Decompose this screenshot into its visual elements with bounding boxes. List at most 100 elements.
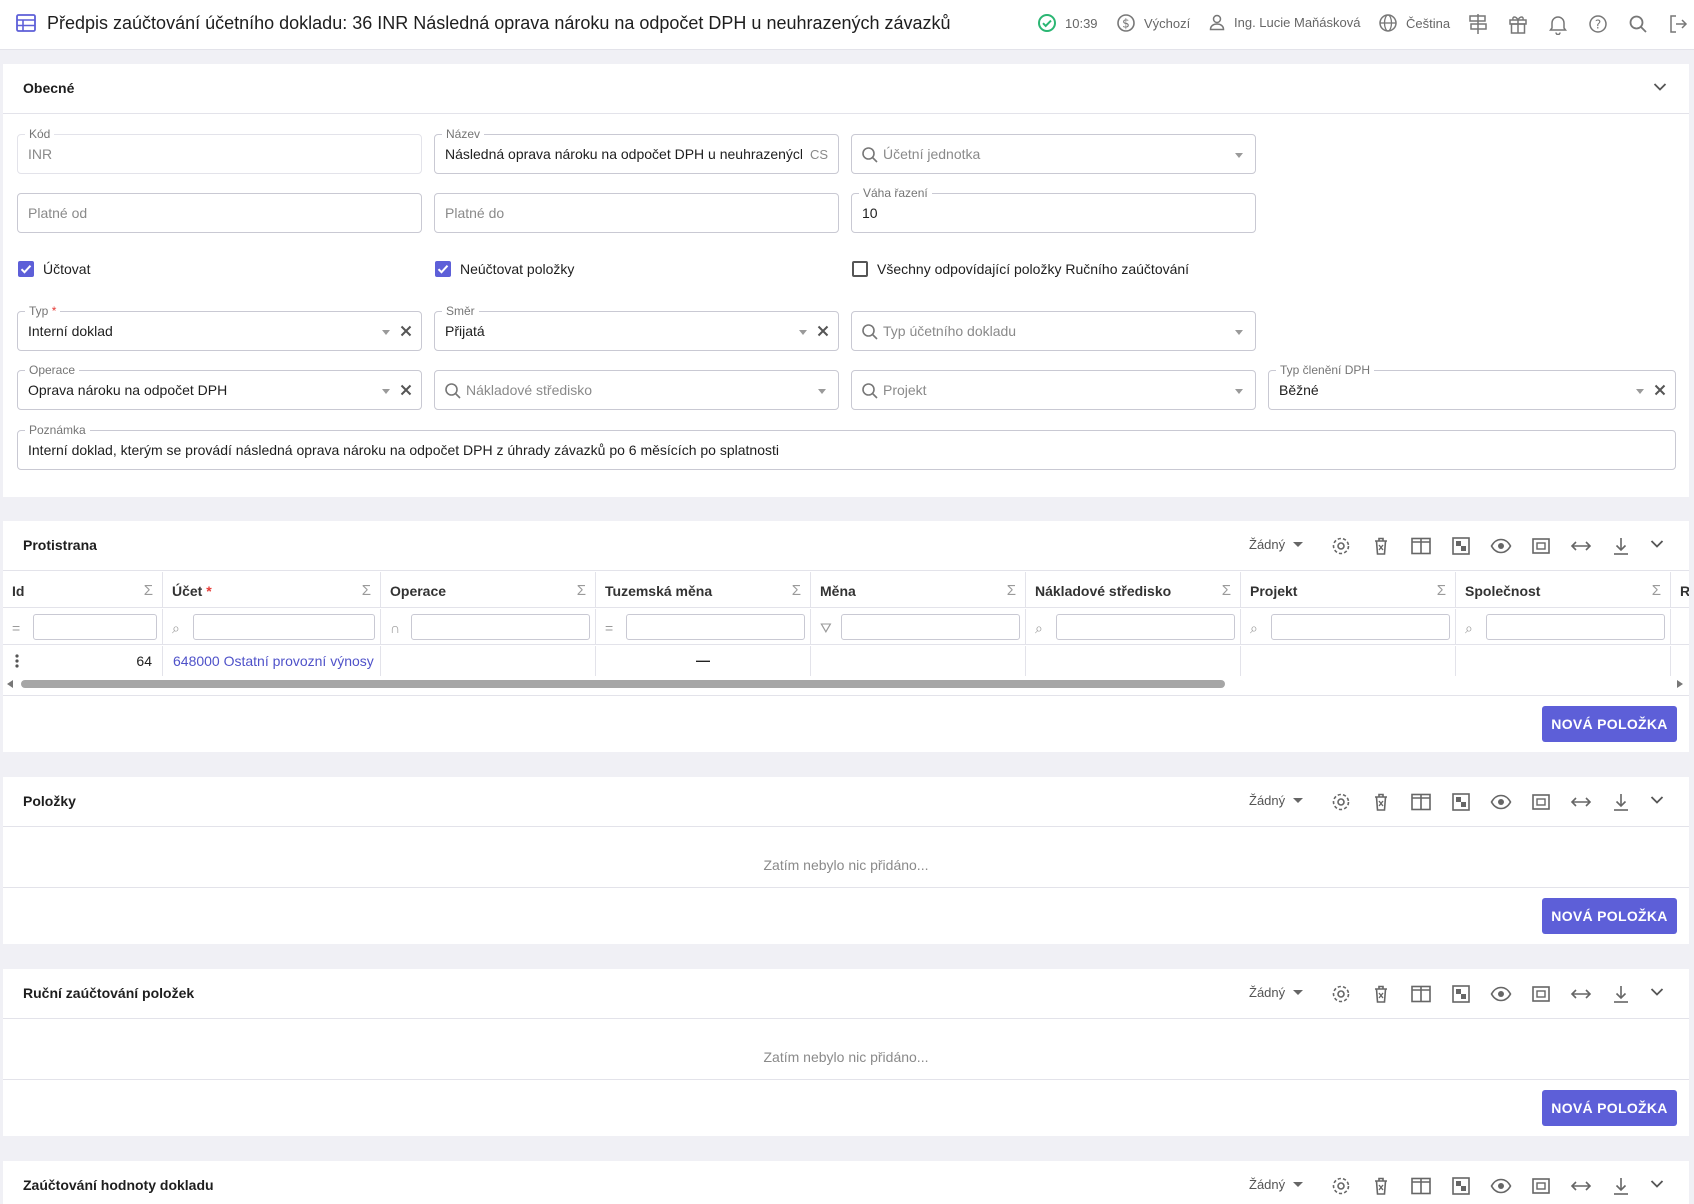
column-header-ucet[interactable]: Účet * Σ [163,572,381,608]
neuctovat-polozky-checkbox[interactable]: Neúčtovat položky [435,261,574,277]
vsechny-polozky-checkbox[interactable]: Všechny odpovídající položky Ručního zaú… [852,261,1189,277]
chevron-down-icon[interactable] [1650,1179,1664,1189]
clear-icon[interactable] [1652,382,1668,398]
general-panel-header[interactable]: Obecné [3,64,1689,114]
funnel-icon[interactable]: ⛛ [820,620,832,637]
scrollbar-thumb[interactable] [21,680,1225,688]
poznamka-field[interactable]: Poznámka Interní doklad, kterým se prová… [17,423,1676,470]
polozky-panel-header[interactable]: Položky Žádný [3,777,1689,827]
gift-icon[interactable] [1508,13,1528,35]
equals-icon[interactable]: = [605,620,613,636]
fit-to-screen-icon[interactable] [1530,983,1552,1005]
chevron-down-icon[interactable] [1650,987,1664,997]
rucni-panel-header[interactable]: Ruční zaúčtování položek Žádný [3,969,1689,1019]
column-header-operace[interactable]: Operace Σ [381,572,596,608]
nakladove-stredisko-select[interactable]: Nákladové středisko [434,370,839,410]
zauctovani-panel-header[interactable]: Zaúčtování hodnoty dokladu Žádný [3,1161,1689,1204]
filter-input-operace[interactable] [411,614,590,640]
new-item-button[interactable]: NOVÁ POLOŽKA [1542,898,1677,934]
search-icon[interactable]: ⌕ [1035,620,1043,637]
delete-filter-icon[interactable] [1370,983,1392,1005]
sum-icon[interactable]: Σ [1652,582,1661,599]
bell-icon[interactable] [1548,13,1568,35]
horizontal-scrollbar[interactable] [3,676,1689,690]
eye-icon[interactable] [1490,791,1512,813]
chevron-down-icon[interactable] [1650,795,1664,805]
sum-icon[interactable]: Σ [362,582,371,599]
download-icon[interactable] [1610,791,1632,813]
expand-width-icon[interactable] [1570,535,1592,557]
download-icon[interactable] [1610,1175,1632,1197]
expand-width-icon[interactable] [1570,983,1592,1005]
column-header-projekt[interactable]: Projekt Σ [1241,572,1456,608]
grid-layout-icon[interactable] [1450,1175,1472,1197]
new-item-button[interactable]: NOVÁ POLOŽKA [1542,706,1677,742]
projekt-select[interactable]: Projekt [851,370,1256,410]
filter-input-spolecnost[interactable] [1486,614,1665,640]
filter-input-tuzemska-mena[interactable] [626,614,805,640]
equals-icon[interactable]: = [12,620,20,636]
sum-icon[interactable]: Σ [144,582,153,599]
ucetni-jednotka-select[interactable]: Účetní jednotka [851,134,1256,174]
gear-icon[interactable] [1330,535,1352,557]
download-icon[interactable] [1610,983,1632,1005]
search-icon[interactable]: ⌕ [172,620,180,637]
operace-select[interactable]: Operace Oprava nároku na odpočet DPH [17,363,422,410]
column-header-id[interactable]: Id Σ [3,572,163,608]
columns-icon[interactable] [1410,791,1432,813]
sum-icon[interactable]: Σ [792,582,801,599]
clear-icon[interactable] [398,382,414,398]
gear-icon[interactable] [1330,983,1352,1005]
vaha-razeni-field[interactable]: Váha řazení 10 [851,186,1256,233]
filter-input-mena[interactable] [841,614,1020,640]
eye-icon[interactable] [1490,1175,1512,1197]
columns-icon[interactable] [1410,983,1432,1005]
layout-select[interactable]: Žádný [1249,793,1304,808]
expand-width-icon[interactable] [1570,1175,1592,1197]
signpost-icon[interactable] [1468,13,1488,35]
download-icon[interactable] [1610,535,1632,557]
delete-filter-icon[interactable] [1370,791,1392,813]
scroll-right-icon[interactable] [1677,680,1683,688]
column-header-tuzemska-mena[interactable]: Tuzemská měna Σ [596,572,811,608]
column-header-mena[interactable]: Měna Σ [811,572,1026,608]
layout-select[interactable]: Žádný [1249,1177,1304,1192]
filter-input-nakladove-stredisko[interactable] [1056,614,1235,640]
scroll-left-icon[interactable] [7,680,13,688]
currency-button[interactable]: $ Výchozí [1116,13,1190,33]
clear-icon[interactable] [815,323,831,339]
logout-icon[interactable] [1668,13,1688,35]
layout-select[interactable]: Žádný [1249,985,1304,1000]
search-icon[interactable] [1628,13,1648,35]
new-item-button[interactable]: NOVÁ POLOŽKA [1542,1090,1677,1126]
platne-do-field[interactable]: Platné do [434,193,839,233]
sum-icon[interactable]: Σ [1437,582,1446,599]
nazev-language-suffix[interactable]: CS [810,147,828,162]
filter-input-ucet[interactable] [193,614,375,640]
filter-input-id[interactable] [33,614,157,640]
table-row[interactable]: 64 648000 Ostatní provozní výnosy — [3,646,1689,676]
typ-select[interactable]: Typ * Interní doklad [17,304,422,351]
sum-icon[interactable]: Σ [1222,582,1231,599]
delete-filter-icon[interactable] [1370,535,1392,557]
filter-input-projekt[interactable] [1271,614,1450,640]
intersection-icon[interactable]: ∩ [390,620,400,636]
expand-width-icon[interactable] [1570,791,1592,813]
user-button[interactable]: Ing. Lucie Maňásková [1208,13,1360,31]
columns-icon[interactable] [1410,1175,1432,1197]
gear-icon[interactable] [1330,791,1352,813]
smer-select[interactable]: Směr Přijatá [434,304,839,351]
search-icon[interactable]: ⌕ [1465,620,1473,637]
help-icon[interactable]: ? [1588,13,1608,35]
column-header-partial[interactable]: R [1671,572,1689,608]
fit-to-screen-icon[interactable] [1530,1175,1552,1197]
grid-layout-icon[interactable] [1450,983,1472,1005]
grid-layout-icon[interactable] [1450,791,1472,813]
sum-icon[interactable]: Σ [577,582,586,599]
nazev-field[interactable]: Název Následná oprava nároku na odpočet … [434,127,839,174]
column-header-spolecnost[interactable]: Společnost Σ [1456,572,1671,608]
delete-filter-icon[interactable] [1370,1175,1392,1197]
language-button[interactable]: Čeština [1378,13,1450,33]
layout-select[interactable]: Žádný [1249,537,1304,552]
gear-icon[interactable] [1330,1175,1352,1197]
